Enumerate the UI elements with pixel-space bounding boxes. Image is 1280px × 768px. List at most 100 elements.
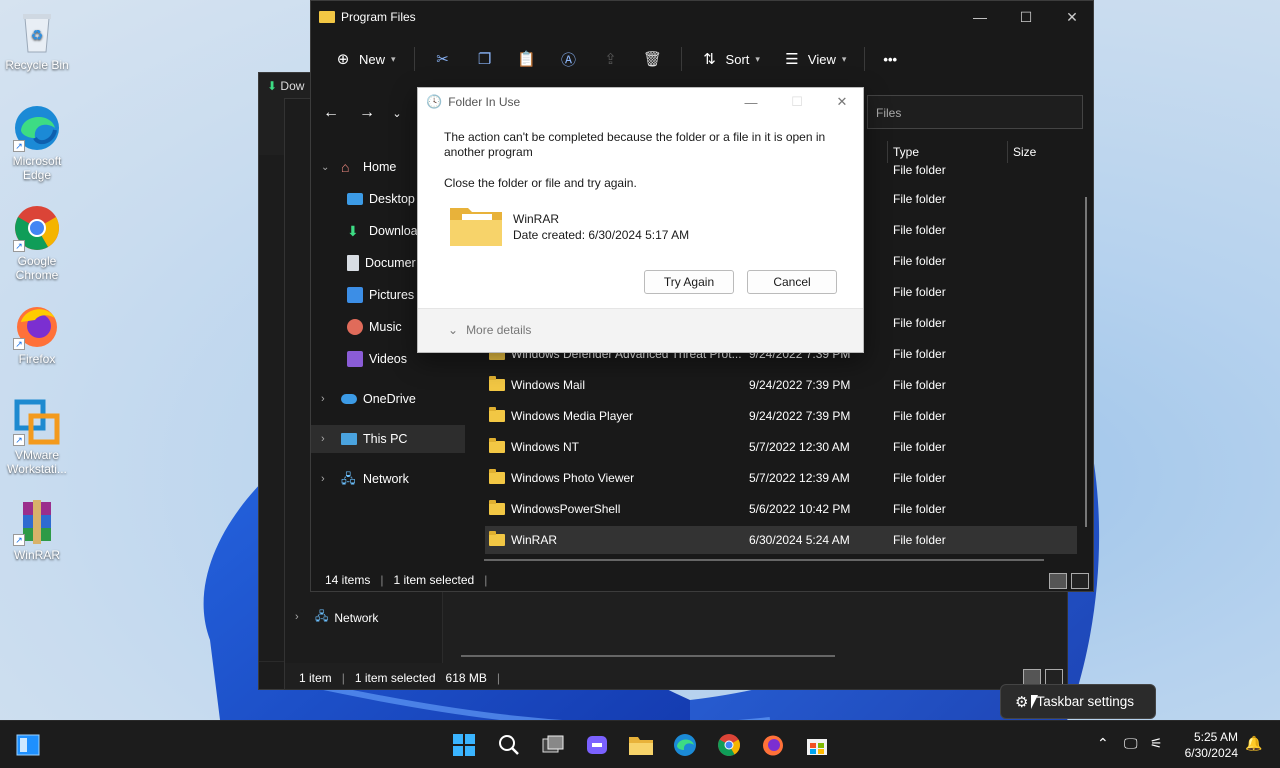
table-row[interactable]: WindowsPowerShell 5/6/2022 10:42 PM File… (485, 495, 1077, 523)
folder-in-use-dialog[interactable]: 🕓 Folder In Use — ☐ ✕ The action can't b… (417, 87, 864, 353)
middle-status-bar: 1 item | 1 item selected 618 MB | (299, 671, 501, 685)
chevron-right-icon[interactable]: › (295, 611, 299, 623)
desktop-icon-label: Microsoft Edge (12, 154, 62, 182)
desktop-icon (347, 193, 363, 205)
back-window-title: ⬇ Dow (267, 79, 305, 93)
column-divider (1007, 141, 1008, 163)
sort-icon: ⇅ (703, 51, 716, 68)
table-row[interactable]: Windows Mail 9/24/2022 7:39 PM File fold… (485, 371, 1077, 399)
horizontal-scrollbar[interactable] (484, 559, 1044, 561)
forward-button[interactable]: → (353, 99, 381, 127)
minimize-button[interactable]: — (957, 1, 1003, 33)
teams-chat-button[interactable] (583, 731, 611, 759)
start-button[interactable] (450, 731, 478, 759)
column-header-type[interactable]: Type (893, 145, 919, 159)
shortcut-arrow-icon: ↗ (13, 240, 25, 252)
trash-icon: 🗑 (643, 51, 663, 68)
details-view-button[interactable] (1049, 573, 1067, 589)
table-row[interactable]: Windows Photo Viewer 5/7/2022 12:39 AM F… (485, 464, 1077, 492)
music-icon (347, 319, 363, 335)
vmware-icon: ↗ (13, 398, 61, 446)
cut-button[interactable]: ✂ (429, 43, 457, 75)
view-list-icon: ☰ (785, 51, 799, 68)
desktop-icon-label: VMware Workstati... (7, 448, 67, 476)
column-header-size[interactable]: Size (1013, 145, 1036, 159)
try-again-button[interactable]: Try Again (644, 270, 734, 294)
see-more-button[interactable]: ••• (879, 43, 901, 75)
details-view-button[interactable] (1023, 669, 1041, 685)
store-taskbar-button[interactable] (803, 731, 831, 759)
share-button[interactable]: ⇪ (597, 43, 625, 75)
taskbar-clock[interactable]: 5:25 AM 6/30/2024 (1185, 729, 1238, 761)
desktop-icon-edge[interactable]: ↗ Microsoft Edge (2, 104, 72, 182)
middle-horizontal-scrollbar[interactable] (461, 655, 835, 657)
edge-taskbar-button[interactable] (671, 731, 699, 759)
cancel-button[interactable]: Cancel (747, 270, 837, 294)
nav-item-network[interactable]: › 🖧 Network (311, 465, 465, 493)
taskbar: ⌃ 🖵 ⚟ 5:25 AM 6/30/2024 🔔 (0, 720, 1280, 768)
dialog-instruction: Close the folder or file and try again. (444, 176, 637, 190)
chevron-right-icon: › (321, 473, 325, 485)
dialog-message: The action can't be completed because th… (444, 130, 826, 159)
sort-button[interactable]: ⇅ Sort ▾ (696, 43, 764, 75)
rename-icon: Ⓐ (561, 51, 577, 69)
search-input[interactable]: Files (867, 95, 1083, 129)
more-details-toggle[interactable]: ⌄ More details (448, 323, 531, 337)
folder-icon (489, 407, 505, 422)
file-explorer-taskbar-button[interactable] (627, 731, 655, 759)
vertical-scrollbar[interactable] (1085, 197, 1087, 527)
delete-button[interactable]: 🗑 (639, 43, 667, 75)
view-button[interactable]: ☰ View ▾ (778, 43, 850, 75)
maximize-button[interactable]: ☐ (1003, 1, 1049, 33)
tiles-view-button[interactable] (1071, 573, 1089, 589)
recent-locations-button[interactable]: ⌄ (383, 99, 411, 127)
firefox-taskbar-button[interactable] (759, 731, 787, 759)
desktop-icon-label: WinRAR (13, 548, 60, 562)
table-row-selected[interactable]: WinRAR 6/30/2024 5:24 AM File folder (485, 526, 1077, 554)
nav-item-this-pc[interactable]: › This PC (311, 425, 465, 453)
desktop-icon-winrar[interactable]: ↗ WinRAR (2, 498, 72, 562)
chrome-taskbar-button[interactable] (715, 731, 743, 759)
paste-button[interactable]: 📋 (513, 43, 541, 75)
taskbar-settings-tooltip[interactable]: ⚙ Taskbar settings (1000, 684, 1156, 719)
notification-icon[interactable]: 🔔 (1245, 735, 1262, 752)
display-icon[interactable]: 🖵 (1124, 735, 1138, 752)
copy-button[interactable]: ❐ (471, 43, 499, 75)
view-toggle (1049, 573, 1089, 589)
search-button[interactable] (495, 731, 523, 759)
plus-circle-icon: ⊕ (336, 51, 350, 68)
close-button[interactable]: ✕ (1049, 1, 1095, 33)
dialog-close-button[interactable]: ✕ (819, 88, 865, 116)
chevron-down-icon: ⌄ (321, 161, 330, 173)
desktop-icon-vmware[interactable]: ↗ VMware Workstati... (2, 398, 72, 476)
chevron-down-icon: ⌄ (448, 323, 459, 337)
scissors-icon: ✂ (436, 51, 449, 68)
shortcut-arrow-icon: ↗ (13, 140, 25, 152)
middle-nav-network[interactable]: 🖧 Network (315, 607, 378, 628)
desktop-icon-firefox[interactable]: ↗ Firefox (2, 302, 72, 366)
rename-button[interactable]: Ⓐ (555, 43, 583, 75)
nav-item-onedrive[interactable]: › OneDrive (311, 385, 465, 413)
dialog-file-date: Date created: 6/30/2024 5:17 AM (513, 228, 690, 242)
desktop-icon-recycle-bin[interactable]: ♻ Recycle Bin (2, 8, 72, 72)
computer-icon (341, 433, 357, 445)
column-divider (887, 141, 888, 163)
table-row[interactable]: Windows Media Player 9/24/2022 7:39 PM F… (485, 402, 1077, 430)
chevron-down-icon: ▾ (755, 53, 760, 64)
desktop-icon-label: Recycle Bin (5, 58, 69, 72)
download-icon: ⬇ (267, 79, 278, 93)
chrome-icon: ↗ (13, 204, 61, 252)
tiles-view-button[interactable] (1045, 669, 1063, 685)
table-row[interactable]: Windows NT 5/7/2022 12:30 AM File folder (485, 433, 1077, 461)
dialog-minimize-button[interactable]: — (728, 88, 774, 116)
network-status-icon[interactable]: ⚟ (1150, 735, 1163, 752)
desktop-icon-chrome[interactable]: ↗ Google Chrome (2, 204, 72, 282)
share-icon: ⇪ (604, 51, 617, 68)
show-desktop-start-icon[interactable] (14, 731, 42, 759)
toolbar-divider (413, 47, 415, 71)
mouse-cursor (1031, 695, 1038, 709)
back-button[interactable]: ← (317, 99, 345, 127)
task-view-button[interactable] (539, 731, 567, 759)
new-button[interactable]: ⊕ New ▾ (329, 43, 400, 75)
chevron-up-icon[interactable]: ⌃ (1097, 735, 1109, 752)
